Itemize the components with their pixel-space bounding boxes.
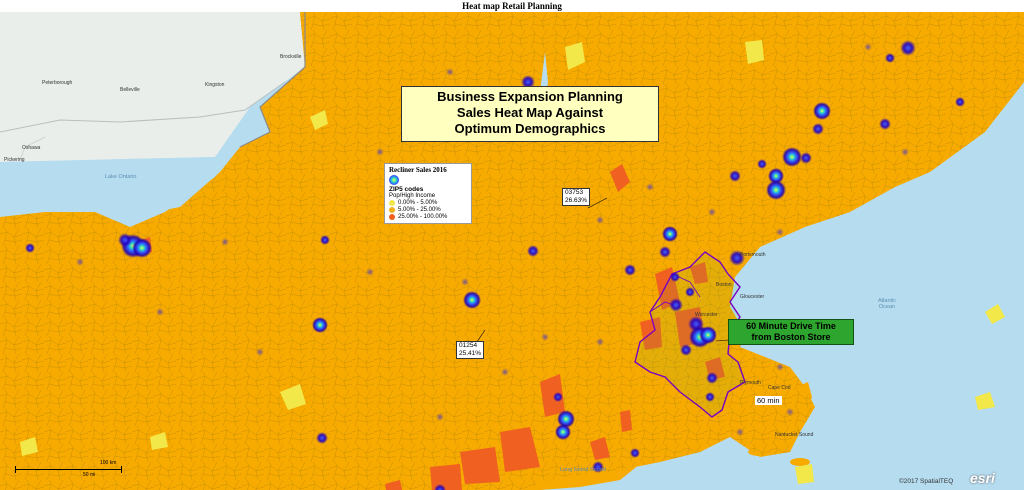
place-label: Worcester bbox=[695, 312, 718, 318]
place-label: Boston bbox=[716, 282, 732, 288]
water-label: Atlantic Ocean bbox=[877, 298, 897, 310]
legend-item: 0.00% - 5.00% bbox=[389, 200, 467, 206]
zip-code: 03753 bbox=[565, 189, 584, 196]
map-svg bbox=[0, 12, 1024, 490]
zip-percent: 25.41% bbox=[459, 350, 482, 357]
drive-time-label: 60 Minute Drive Time from Boston Store bbox=[728, 319, 854, 345]
legend-item: 5.00% - 25.00% bbox=[389, 207, 467, 213]
mid-swatch-icon bbox=[389, 207, 395, 213]
legend-subtitle: ZIP5 codes bbox=[389, 186, 424, 193]
map-credit: ©2017 SpatialTEQ bbox=[899, 478, 954, 485]
scale-bar: 100 km 50 mi bbox=[15, 460, 125, 480]
esri-logo: esri bbox=[970, 470, 995, 486]
place-label: Portsmouth bbox=[740, 252, 766, 258]
place-label: Pickering bbox=[4, 157, 25, 163]
headline-line-3: Optimum Demographics bbox=[454, 121, 606, 136]
place-label: Nantucket Sound bbox=[775, 432, 814, 438]
headline-line-2: Sales Heat Map Against bbox=[456, 105, 604, 120]
place-label: Plymouth bbox=[740, 380, 761, 386]
drive-time-line-2: from Boston Store bbox=[751, 332, 831, 342]
legend-item-label: 25.00% - 100.00% bbox=[398, 214, 448, 220]
heat-swatch-icon bbox=[389, 175, 399, 185]
zip-code: 01254 bbox=[459, 342, 478, 349]
zip-percent: 26.63% bbox=[565, 197, 588, 204]
place-label: Belleville bbox=[120, 87, 140, 93]
drive-ring-label: 60 min bbox=[755, 396, 782, 405]
legend-item: 25.00% - 100.00% bbox=[389, 214, 467, 220]
legend-item-label: 0.00% - 5.00% bbox=[398, 200, 438, 206]
place-label: Kingston bbox=[205, 82, 225, 88]
legend-metric: Pop/High Income bbox=[389, 193, 436, 199]
zip-label[interactable]: 01254 25.41% bbox=[456, 341, 485, 359]
water-label: Lake Ontario bbox=[105, 174, 137, 180]
water-label: Long Island Sound bbox=[560, 467, 606, 473]
map-legend: Recliner Sales 2016 ZIP5 codes Pop/High … bbox=[384, 163, 472, 224]
legend-item-label: 5.00% - 25.00% bbox=[398, 207, 441, 213]
place-label: Cape Cod bbox=[768, 385, 791, 391]
scale-km: 100 km bbox=[100, 460, 117, 466]
headline-callout: Business Expansion Planning Sales Heat M… bbox=[401, 86, 659, 142]
headline-line-1: Business Expansion Planning bbox=[437, 89, 623, 104]
place-label: Oshawa bbox=[22, 145, 41, 151]
legend-title: Recliner Sales 2016 bbox=[389, 166, 447, 174]
place-label: Peterborough bbox=[42, 80, 73, 86]
map-canvas[interactable]: Brockville Peterborough Belleville Kings… bbox=[0, 12, 1024, 490]
drive-time-line-1: 60 Minute Drive Time bbox=[746, 321, 836, 331]
place-label: Gloucester bbox=[740, 294, 765, 300]
low-swatch-icon bbox=[389, 200, 395, 206]
zip-label[interactable]: 03753 26.63% bbox=[562, 188, 591, 206]
place-label: Brockville bbox=[280, 54, 302, 60]
high-swatch-icon bbox=[389, 214, 395, 220]
scale-mi: 50 mi bbox=[83, 472, 96, 478]
